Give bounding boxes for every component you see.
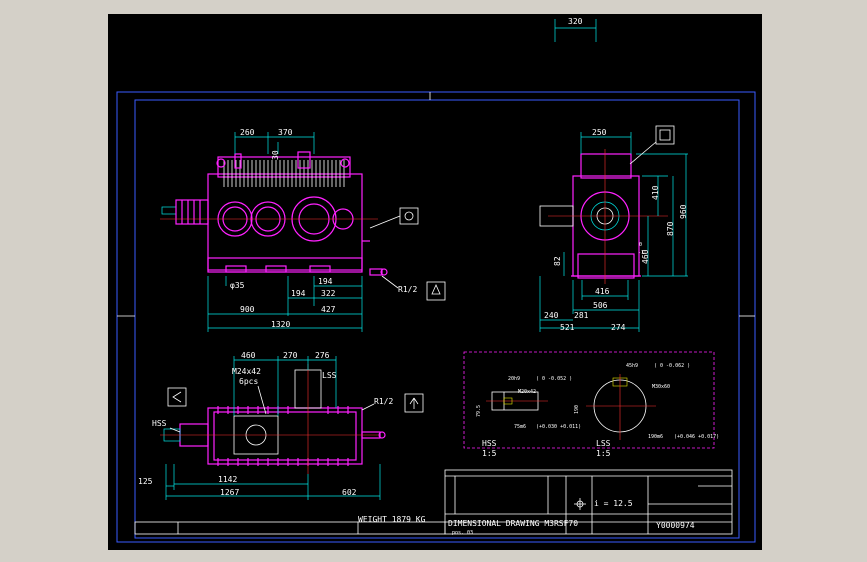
dim-900: 900 <box>240 305 255 314</box>
dim-410: 410 <box>651 185 660 200</box>
dim-125: 125 <box>138 477 153 486</box>
dim-1267: 1267 <box>220 488 239 497</box>
dim-870: 870 <box>666 221 675 236</box>
dim-phi35: φ35 <box>230 281 245 290</box>
dim-276-top: 276 <box>315 351 330 360</box>
dim-1142: 1142 <box>218 475 237 484</box>
dim-270-top: 270 <box>283 351 298 360</box>
position-label: pos. 03 <box>452 530 473 536</box>
dim-506: 506 <box>593 301 608 310</box>
lss-keyway-tol: ( 0 -0.062 ) <box>654 363 690 369</box>
dim-960: 960 <box>679 204 688 219</box>
plug-label-top: R1/2 <box>374 397 393 406</box>
hss-keyway-fit: 20h9 <box>508 376 520 382</box>
dim-416: 416 <box>595 287 610 296</box>
dim-460-top: 460 <box>241 351 256 360</box>
hss-thread-label: M20x42 <box>518 389 536 395</box>
dim-322: 322 <box>321 289 336 298</box>
hss-diameter-tol: (+0.030 +0.011) <box>536 424 581 430</box>
dim-320: 320 <box>568 17 583 26</box>
lss-detail-scale: 1:5 <box>596 449 611 458</box>
drain-plug-label: R1/2 <box>398 285 417 294</box>
dim-427: 427 <box>321 305 336 314</box>
cad-screen: 320 260 370 30 φ35 194 194 322 900 427 1… <box>0 0 867 562</box>
dim-281: 281 <box>574 311 589 320</box>
hss-label-top: HSS <box>152 419 167 428</box>
lss-label-top: LSS <box>322 371 337 380</box>
dim-602: 602 <box>342 488 357 497</box>
drawing-title: DIMENSIONAL DRAWING M3RSF70 <box>448 519 578 528</box>
hss-dim-79-5: 79.5 <box>476 405 482 417</box>
dim-1320: 1320 <box>271 320 290 329</box>
dim-260: 260 <box>240 128 255 137</box>
lss-thread-label: M30x60 <box>652 384 670 390</box>
bolt-count-label: 6pcs <box>239 377 258 386</box>
dim-240: 240 <box>544 311 559 320</box>
hss-keyway-tol: ( 0 -0.052 ) <box>536 376 572 382</box>
lss-dim-190: 190 <box>574 405 580 414</box>
tol-upper: 0 <box>639 242 642 248</box>
lss-diameter-tol: (+0.046 +0.017) <box>674 434 719 440</box>
dim-82: 82 <box>553 256 562 266</box>
bolt-thread-label: M24x42 <box>232 367 261 376</box>
gear-ratio-label: i = 12.5 <box>594 499 633 508</box>
lss-detail-label: LSS <box>596 439 611 448</box>
dim-194-upper: 194 <box>318 277 333 286</box>
lss-keyway-fit: 45h9 <box>626 363 638 369</box>
dim-194-lower: 194 <box>291 289 306 298</box>
lss-diameter-fit: 190m6 <box>648 434 663 440</box>
dim-30: 30 <box>271 150 280 160</box>
hss-detail-scale: 1:5 <box>482 449 497 458</box>
cad-drawing-canvas[interactable]: 320 260 370 30 φ35 194 194 322 900 427 1… <box>108 14 762 550</box>
dim-521: 521 <box>560 323 575 332</box>
tol-lower: -1 <box>638 250 644 256</box>
weight-label: WEIGHT 1879 KG <box>358 515 426 524</box>
document-number: Y0000974 <box>656 521 695 530</box>
hss-diameter-fit: 75m6 <box>514 424 526 430</box>
hss-detail-label: HSS <box>482 439 497 448</box>
dim-370: 370 <box>278 128 293 137</box>
dim-274: 274 <box>611 323 626 332</box>
dim-250: 250 <box>592 128 607 137</box>
